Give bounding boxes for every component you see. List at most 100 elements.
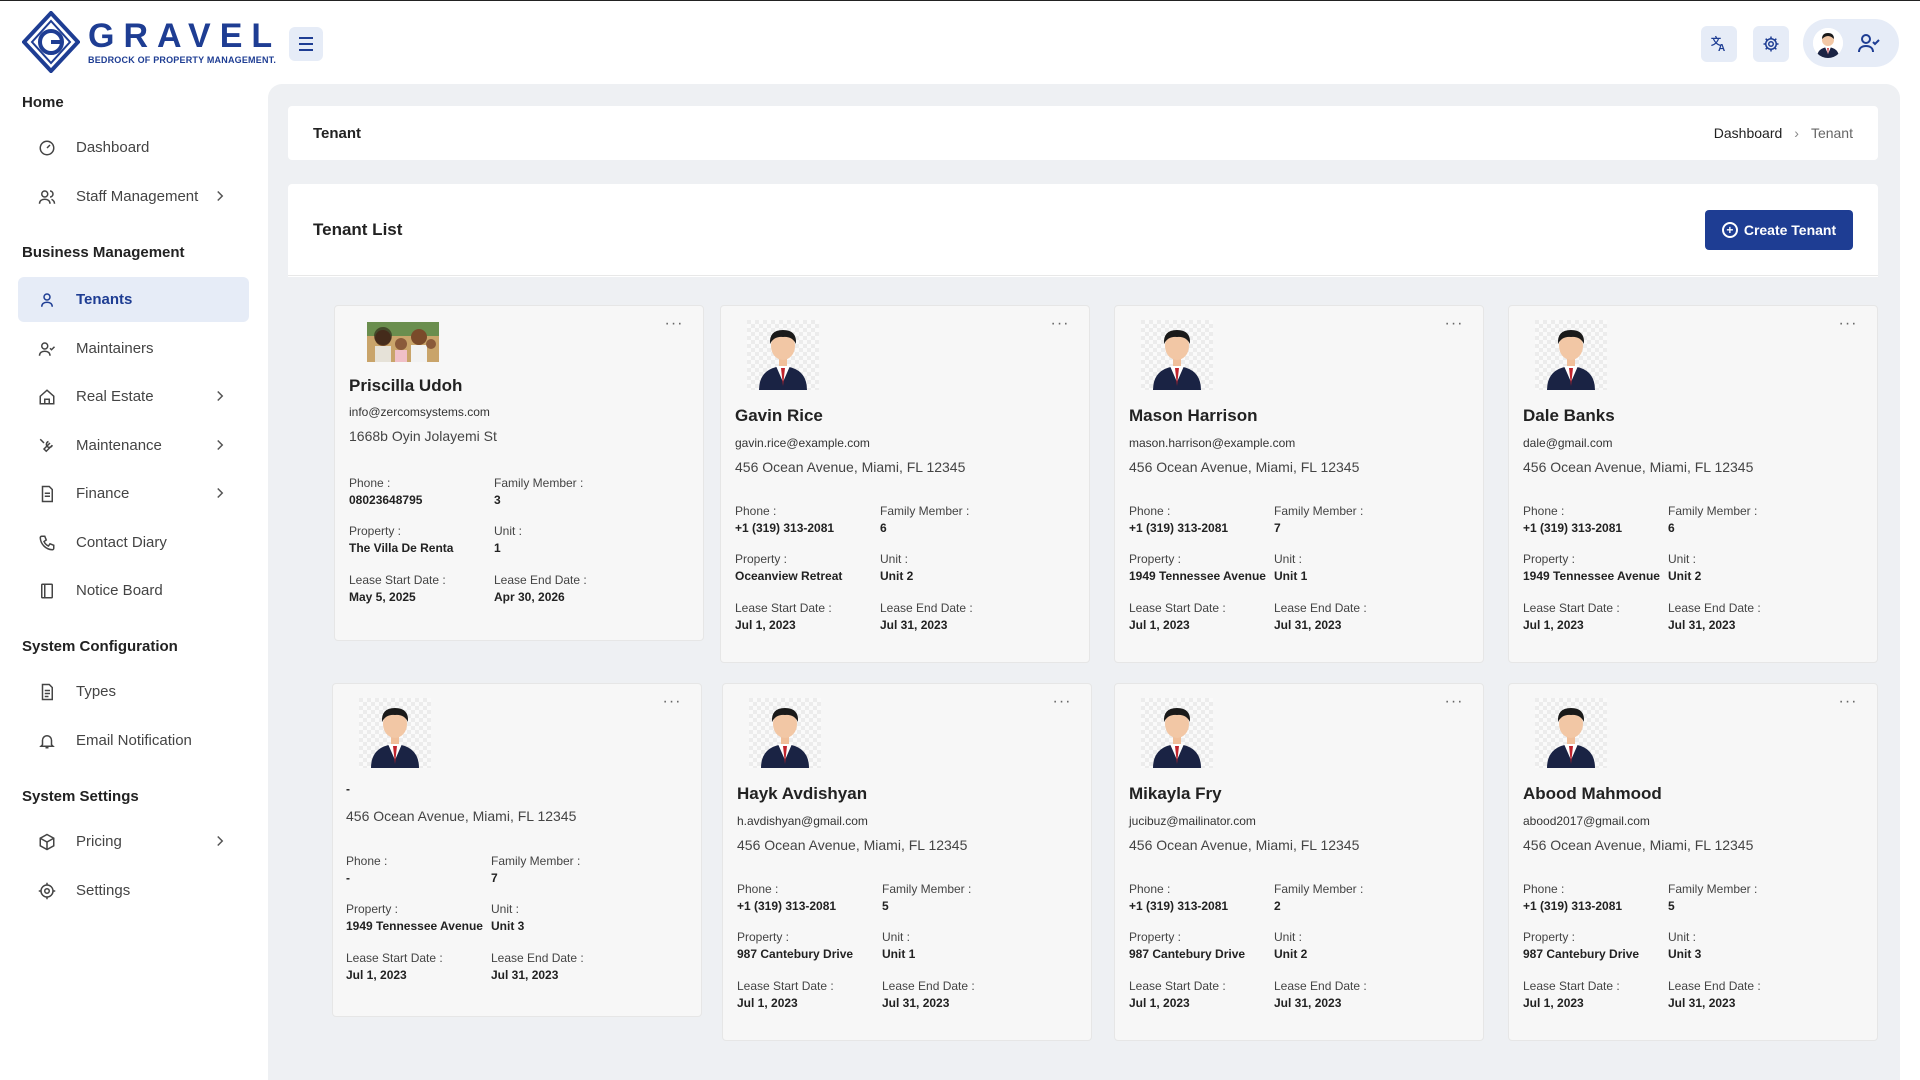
tenant-card[interactable]: ··· Abood Mahmood abood2017@gmail.com 45… xyxy=(1508,683,1878,1041)
more-options-icon[interactable]: ··· xyxy=(1051,694,1073,712)
tenant-card[interactable]: ··· Gavin Rice gavin.rice@example.com 45… xyxy=(720,305,1090,663)
brand-logo[interactable]: GRAVEL BEDROCK OF PROPERTY MANAGEMENT. xyxy=(22,11,281,73)
field-value: 5 xyxy=(1668,899,1675,913)
tenant-name: - xyxy=(346,782,350,796)
more-options-icon[interactable]: ··· xyxy=(1443,316,1465,334)
field-label: Lease Start Date : xyxy=(346,951,443,965)
breadcrumb-dashboard[interactable]: Dashboard xyxy=(1714,125,1783,141)
sidebar-item-pricing[interactable]: Pricing xyxy=(18,819,249,864)
field-label: Unit : xyxy=(1274,552,1303,566)
sidebar-item-notice-board[interactable]: Notice Board xyxy=(18,568,249,613)
sidebar-item-staff-management[interactable]: Staff Management xyxy=(18,174,249,219)
sidebar-item-real-estate[interactable]: Real Estate xyxy=(18,374,249,419)
tenant-property: Property : 1949 Tennessee Avenue xyxy=(1523,552,1660,583)
sidebar-item-label: Contact Diary xyxy=(76,534,167,551)
create-tenant-label: Create Tenant xyxy=(1743,221,1837,238)
field-label: Property : xyxy=(1129,552,1182,566)
field-value: Apr 30, 2026 xyxy=(494,590,565,604)
field-value: 1949 Tennessee Avenue xyxy=(1129,569,1266,583)
sidebar-item-maintainers[interactable]: Maintainers xyxy=(18,326,249,371)
field-label: Phone : xyxy=(735,504,777,518)
svg-text:A: A xyxy=(1718,43,1725,53)
field-value: +1 (319) 313-2081 xyxy=(1129,521,1229,535)
tenant-family-member: Family Member : 5 xyxy=(882,882,971,913)
field-value: Jul 1, 2023 xyxy=(1129,618,1190,632)
tenant-unit: Unit : Unit 3 xyxy=(1668,930,1701,961)
more-options-icon[interactable]: ··· xyxy=(1837,316,1859,334)
tenant-photo xyxy=(1141,698,1213,768)
tenant-lease-end: Lease End Date : Jul 31, 2023 xyxy=(1668,979,1761,1010)
tenant-address: 456 Ocean Avenue, Miami, FL 12345 xyxy=(1523,837,1754,853)
brand-name: GRAVEL xyxy=(88,17,282,55)
more-options-icon[interactable]: ··· xyxy=(663,316,685,334)
field-value: +1 (319) 313-2081 xyxy=(735,521,835,535)
sidebar-item-dashboard[interactable]: Dashboard xyxy=(18,125,249,170)
field-value: Jul 31, 2023 xyxy=(1668,996,1736,1010)
chevron-right-icon xyxy=(217,487,224,499)
chevron-right-icon xyxy=(217,835,224,847)
tenant-lease-start: Lease Start Date : Jul 1, 2023 xyxy=(346,951,443,982)
menu-toggle-button[interactable] xyxy=(289,27,323,61)
tenant-card[interactable]: ··· Priscilla Udoh info@zercomsystems.co… xyxy=(334,305,704,641)
field-label: Property : xyxy=(737,930,790,944)
field-value: Oceanview Retreat xyxy=(735,569,843,583)
tenant-family-member: Family Member : 2 xyxy=(1274,882,1363,913)
tenant-unit: Unit : Unit 1 xyxy=(1274,552,1307,583)
sidebar-item-tenants[interactable]: Tenants xyxy=(18,277,249,322)
field-value: 987 Cantebury Drive xyxy=(1129,947,1246,961)
sidebar-item-label: Types xyxy=(76,683,117,700)
sidebar-section-system-settings: System Settings xyxy=(22,788,139,805)
tenant-photo xyxy=(359,698,431,768)
tenant-family-member: Family Member : 7 xyxy=(491,854,580,885)
field-label: Phone : xyxy=(349,476,391,490)
field-label: Lease End Date : xyxy=(491,951,584,965)
field-label: Phone : xyxy=(1129,504,1171,518)
translate-button[interactable]: 文 A xyxy=(1701,26,1737,62)
sidebar-item-label: Settings xyxy=(76,882,131,899)
field-label: Phone : xyxy=(346,854,388,868)
more-options-icon[interactable]: ··· xyxy=(1049,316,1071,334)
tenant-card[interactable]: ··· - 456 Ocean Avenue, Miami, FL 12345 … xyxy=(332,683,702,1017)
field-value: 1949 Tennessee Avenue xyxy=(346,919,483,933)
sidebar-item-finance[interactable]: Finance xyxy=(18,471,249,516)
more-options-icon[interactable]: ··· xyxy=(661,694,683,712)
field-label: Unit : xyxy=(880,552,909,566)
sidebar-item-label: Email Notification xyxy=(76,732,192,749)
field-label: Unit : xyxy=(1668,930,1697,944)
field-label: Family Member : xyxy=(882,882,972,896)
settings-button[interactable] xyxy=(1753,26,1789,62)
sidebar-item-contact-diary[interactable]: Contact Diary xyxy=(18,520,249,565)
user-menu[interactable] xyxy=(1803,19,1899,67)
tenant-lease-end: Lease End Date : Jul 31, 2023 xyxy=(882,979,975,1010)
field-label: Lease Start Date : xyxy=(1129,979,1226,993)
tenant-property: Property : 1949 Tennessee Avenue xyxy=(346,902,483,933)
sidebar-item-maintenance[interactable]: Maintenance xyxy=(18,423,249,468)
tenant-card[interactable]: ··· Dale Banks dale@gmail.com 456 Ocean … xyxy=(1508,305,1878,663)
tenant-list-panel: Tenant List + Create Tenant ··· Priscill… xyxy=(288,184,1878,1080)
tenant-email: gavin.rice@example.com xyxy=(735,436,870,450)
sidebar-item-label: Pricing xyxy=(76,833,122,850)
field-label: Family Member : xyxy=(1668,882,1758,896)
more-options-icon[interactable]: ··· xyxy=(1837,694,1859,712)
field-label: Lease End Date : xyxy=(1274,601,1367,615)
sidebar-item-email-notification[interactable]: Email Notification xyxy=(18,718,249,763)
more-options-icon[interactable]: ··· xyxy=(1443,694,1465,712)
wrench-icon xyxy=(38,437,56,455)
field-label: Family Member : xyxy=(494,476,584,490)
tenant-card[interactable]: ··· Mason Harrison mason.harrison@exampl… xyxy=(1114,305,1484,663)
sidebar-item-types[interactable]: Types xyxy=(18,669,249,714)
field-value: May 5, 2025 xyxy=(349,590,416,604)
tenant-name: Hayk Avdishyan xyxy=(737,784,868,803)
tenant-card[interactable]: ··· Mikayla Fry jucibuz@mailinator.com 4… xyxy=(1114,683,1484,1041)
field-value: 1949 Tennessee Avenue xyxy=(1523,569,1660,583)
tenant-card[interactable]: ··· Hayk Avdishyan h.avdishyan@gmail.com… xyxy=(722,683,1092,1041)
gear-icon xyxy=(1763,36,1779,52)
field-value: Unit 3 xyxy=(1668,947,1702,961)
create-tenant-button[interactable]: + Create Tenant xyxy=(1705,209,1853,250)
field-value: 08023648795 xyxy=(349,493,423,507)
sidebar-section-home: Home xyxy=(22,94,64,111)
field-value: The Villa De Renta xyxy=(349,541,454,555)
field-value: 6 xyxy=(1668,521,1675,535)
tenant-photo xyxy=(1141,320,1213,390)
sidebar-item-settings[interactable]: Settings xyxy=(18,868,249,913)
